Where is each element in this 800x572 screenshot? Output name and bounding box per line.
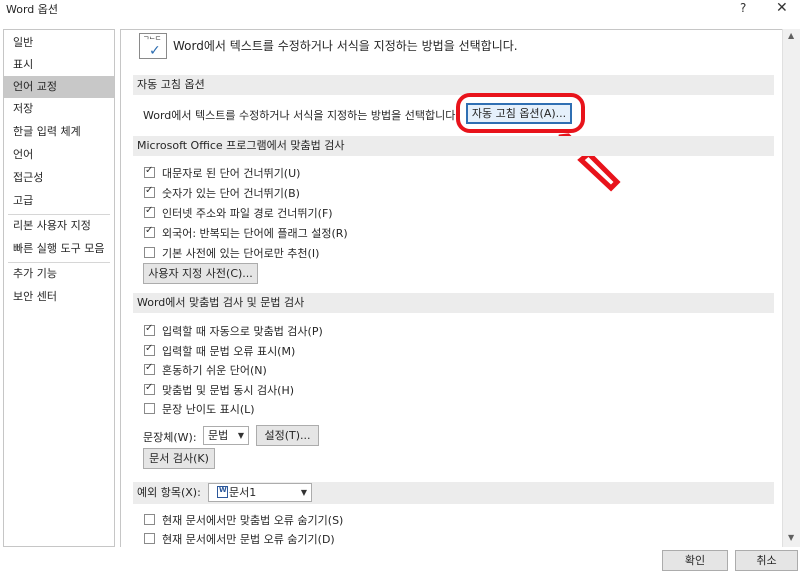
scroll-down-icon[interactable]: ▼: [788, 533, 794, 542]
checkbox-label: 기본 사전에 있는 단어로만 추천(I): [162, 247, 320, 260]
checkbox-ignore-uppercase[interactable]: [144, 165, 155, 178]
sidebar-item-korean-input[interactable]: 한글 입력 체계: [4, 121, 114, 143]
title-bar: Word 옵션 ? ✕: [0, 0, 800, 20]
checkbox-check-grammar-with-spelling[interactable]: [144, 382, 155, 395]
close-button[interactable]: ✕: [776, 0, 788, 16]
sidebar-item-proofing[interactable]: 언어 교정: [4, 76, 114, 98]
section-autocorrect: 자동 고침 옵션: [133, 75, 774, 95]
checkbox-label: 숫자가 있는 단어 건너뛰기(B): [162, 187, 300, 200]
writing-style-select[interactable]: 문법 ▼: [203, 426, 249, 445]
checkbox-label: 인터넷 주소와 파일 경로 건너뛰기(F): [162, 207, 333, 220]
custom-dictionaries-button[interactable]: 사용자 지정 사전(C)...: [143, 263, 258, 284]
sidebar-item-trust-center[interactable]: 보안 센터: [4, 286, 114, 308]
grammar-settings-button[interactable]: 설정(T)...: [256, 425, 319, 446]
page-description: Word에서 텍스트를 수정하거나 서식을 지정하는 방법을 선택합니다.: [173, 39, 518, 53]
sidebar-item-customize-ribbon[interactable]: 리본 사용자 지정: [4, 215, 114, 237]
help-button[interactable]: ?: [740, 1, 746, 15]
checkbox-check-spelling-as-type[interactable]: [144, 323, 155, 336]
checkbox-label: 혼동하기 쉬운 단어(N): [162, 364, 267, 377]
checkbox-label: 맞춤법 및 문법 동시 검사(H): [162, 384, 295, 397]
checkbox-flag-repeated[interactable]: [144, 225, 155, 238]
recheck-document-button[interactable]: 문서 검사(K): [143, 448, 215, 469]
sidebar-item-advanced[interactable]: 고급: [4, 190, 114, 212]
checkbox-ignore-urls[interactable]: [144, 205, 155, 218]
word-document-icon: [217, 486, 228, 498]
sidebar-item-display[interactable]: 표시: [4, 54, 114, 76]
checkbox-label: 입력할 때 자동으로 맞춤법 검사(P): [162, 325, 323, 338]
checkbox-label: 문장 난이도 표시(L): [162, 403, 255, 416]
sidebar-item-quick-access-toolbar[interactable]: 빠른 실행 도구 모음: [4, 238, 114, 260]
checkbox-readability-stats[interactable]: [144, 403, 155, 414]
cancel-button[interactable]: 취소: [735, 550, 798, 571]
checkbox-main-dictionary-only[interactable]: [144, 247, 155, 258]
sidebar: 일반 표시 언어 교정 저장 한글 입력 체계 언어 접근성 고급 리본 사용자…: [3, 29, 115, 547]
chevron-down-icon: ▼: [300, 488, 307, 497]
sidebar-item-add-ins[interactable]: 추가 기능: [4, 263, 114, 285]
checkbox-hide-spelling-errors[interactable]: [144, 514, 155, 525]
checkbox-confused-words[interactable]: [144, 362, 155, 375]
vertical-scrollbar[interactable]: ▲ ▼: [782, 29, 800, 547]
checkbox-label: 현재 문서에서만 문법 오류 숨기기(D): [162, 533, 335, 546]
annotation-highlight: [456, 93, 585, 133]
window-title: Word 옵션: [6, 3, 59, 16]
autocorrect-description: Word에서 텍스트를 수정하거나 서식을 지정하는 방법을 선택합니다.: [143, 109, 459, 122]
section-office-spelling: Microsoft Office 프로그램에서 맞춤법 검사: [133, 136, 774, 156]
checkbox-label: 대문자로 된 단어 건너뛰기(U): [162, 167, 301, 180]
sidebar-item-accessibility[interactable]: 접근성: [4, 167, 114, 189]
section-word-spelling: Word에서 맞춤법 검사 및 문법 검사: [133, 293, 774, 313]
checkbox-label: 현재 문서에서만 맞춤법 오류 숨기기(S): [162, 514, 344, 527]
chevron-down-icon: ▼: [237, 431, 244, 440]
checkbox-label: 외국어: 반복되는 단어에 플래그 설정(R): [162, 227, 348, 240]
sidebar-item-general[interactable]: 일반: [4, 32, 114, 54]
checkbox-mark-grammar-errors[interactable]: [144, 343, 155, 356]
sidebar-item-save[interactable]: 저장: [4, 98, 114, 120]
checkbox-ignore-numbers[interactable]: [144, 185, 155, 198]
ok-button[interactable]: 확인: [662, 550, 728, 571]
checkbox-label: 입력할 때 문법 오류 표시(M): [162, 345, 296, 358]
writing-style-label: 문장체(W):: [143, 431, 197, 444]
checkbox-hide-grammar-errors[interactable]: [144, 533, 155, 544]
scroll-up-icon[interactable]: ▲: [788, 31, 794, 40]
sidebar-item-language[interactable]: 언어: [4, 144, 114, 166]
proofing-icon: ᄀᄂᄃ ✓: [139, 33, 167, 59]
exceptions-label: 예외 항목(X):: [137, 486, 201, 499]
